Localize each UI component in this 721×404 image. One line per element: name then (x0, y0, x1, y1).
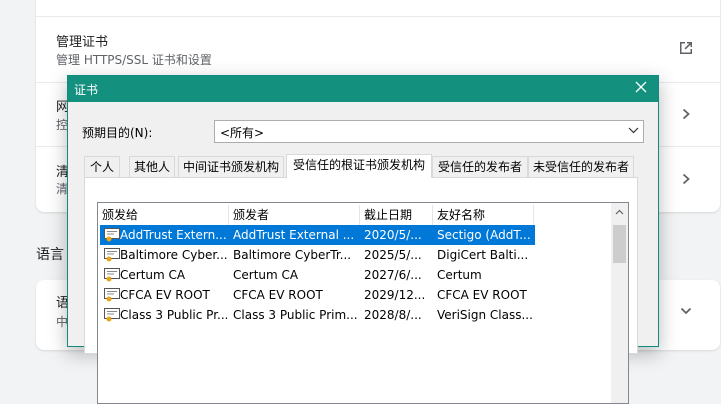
cell-issuer: CFCA EV ROOT (233, 288, 323, 302)
certificate-icon (104, 308, 120, 322)
language-section-title: 语言 (36, 247, 64, 263)
tab-intermediate-ca[interactable]: 中间证书颁发机构 (178, 156, 284, 177)
list-item[interactable]: Certum CA Certum CA 2027/6/... Certum (100, 265, 535, 285)
list-item[interactable]: AddTrust Extern... AddTrust External ...… (100, 225, 535, 245)
cell-issuer: Certum CA (233, 268, 299, 282)
dropdown-arrow-icon (628, 127, 639, 134)
cell-expiration: 2020/5/... (364, 228, 422, 242)
chevron-right-icon[interactable] (681, 108, 691, 120)
certificate-icon (104, 248, 120, 262)
list-item[interactable]: Baltimore Cyber... Baltimore CyberTr... … (100, 245, 535, 265)
scrollbar-thumb[interactable] (613, 225, 626, 263)
certificates-dialog: 证书 预期目的(N): <所有> 个人 其他人 中间证书颁发机构 受信任的根证书… (67, 75, 659, 404)
column-friendly-name[interactable]: 友好名称 (433, 205, 534, 225)
cell-issued-to: CFCA EV ROOT (120, 288, 210, 302)
cell-expiration: 2027/6/... (364, 268, 422, 282)
cell-issued-to: AddTrust Extern... (120, 228, 227, 242)
column-issued-to[interactable]: 颁发给 (98, 205, 229, 225)
tab-other-people[interactable]: 其他人 (129, 156, 175, 177)
manage-certificates-title: 管理证书 (56, 35, 109, 50)
cell-issued-to: Baltimore Cyber... (120, 248, 227, 262)
manage-certificates-subtitle: 管理 HTTPS/SSL 证书和设置 (56, 53, 212, 67)
scroll-up-arrow-icon[interactable] (615, 209, 624, 215)
certificate-icon (104, 228, 120, 242)
cell-issued-to: Class 3 Public Pr... (120, 308, 227, 322)
purpose-label: 预期目的(N): (82, 126, 153, 140)
cell-expiration: 2025/5/... (364, 248, 422, 262)
tab-untrusted-publishers[interactable]: 未受信任的发布者 (528, 156, 634, 177)
column-expiration[interactable]: 截止日期 (360, 205, 433, 225)
cell-friendly-name: Sectigo (AddT... (437, 228, 531, 242)
list-item[interactable]: Class 3 Public Pr... Class 3 Public Prim… (100, 305, 535, 325)
column-issuer[interactable]: 颁发者 (229, 205, 360, 225)
dialog-title: 证书 (74, 83, 99, 97)
tab-personal[interactable]: 个人 (84, 156, 120, 177)
divider (36, 16, 720, 17)
chevron-right-icon[interactable] (681, 173, 691, 185)
cell-friendly-name: VeriSign Class... (437, 308, 533, 322)
external-link-icon[interactable] (678, 40, 694, 56)
cell-friendly-name: DigiCert Balti... (437, 248, 529, 262)
cell-expiration: 2028/8/... (364, 308, 422, 322)
purpose-value: <所有> (220, 126, 265, 140)
certificate-icon (104, 268, 120, 282)
tab-panel: 颁发给 颁发者 截止日期 友好名称 AddTrust Extern... Add… (84, 177, 638, 404)
list-header: 颁发给 颁发者 截止日期 友好名称 (98, 205, 611, 225)
close-icon[interactable] (634, 80, 648, 94)
chevron-down-icon[interactable] (680, 306, 692, 316)
tab-trusted-root-ca[interactable]: 受信任的根证书颁发机构 (286, 154, 432, 178)
cell-issuer: Class 3 Public Prim... (233, 308, 358, 322)
cell-issuer: Baltimore CyberTr... (233, 248, 352, 262)
purpose-select[interactable]: <所有> (214, 120, 644, 143)
certificate-icon (104, 288, 120, 302)
certificate-list[interactable]: 颁发给 颁发者 截止日期 友好名称 AddTrust Extern... Add… (97, 202, 629, 404)
cell-issuer: AddTrust External ... (233, 228, 355, 242)
cell-issued-to: Certum CA (120, 268, 186, 282)
list-item[interactable]: CFCA EV ROOT CFCA EV ROOT 2029/12... CFC… (100, 285, 535, 305)
list-scrollbar[interactable] (611, 203, 628, 403)
dialog-titlebar[interactable]: 证书 (68, 76, 658, 102)
tab-trusted-publishers[interactable]: 受信任的发布者 (432, 156, 528, 177)
cell-expiration: 2029/12... (364, 288, 426, 302)
cell-friendly-name: Certum (437, 268, 482, 282)
cell-friendly-name: CFCA EV ROOT (437, 288, 527, 302)
